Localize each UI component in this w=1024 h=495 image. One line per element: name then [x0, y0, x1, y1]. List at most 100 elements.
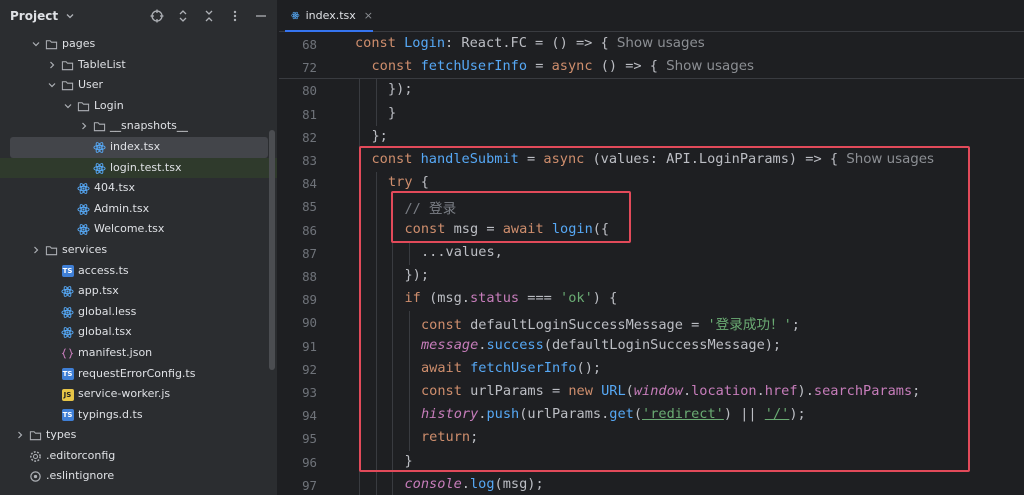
code-token: . [756, 383, 765, 399]
chevron-right-icon[interactable] [47, 60, 57, 70]
code-line[interactable]: 82}; [279, 126, 1024, 149]
code-line[interactable]: 72 const fetchUserInfo = async () => { Sh… [279, 56, 1024, 79]
code-token: '/' [764, 406, 790, 423]
code-token: message [421, 336, 479, 353]
code-line[interactable]: 86 const msg = await login({ [279, 219, 1024, 242]
tab-index-tsx[interactable]: index.tsx × [285, 0, 373, 32]
tree-item[interactable]: .eslintignore [0, 466, 277, 487]
code-line[interactable]: 68 const Login: React.FC = () => { Show u… [279, 33, 1024, 56]
code-line[interactable]: 89 if (msg.status === 'ok') { [279, 288, 1024, 311]
tree-item[interactable]: Admin.tsx [0, 199, 277, 220]
chevron-right-icon[interactable] [79, 121, 89, 131]
chevron-down-icon[interactable] [64, 10, 76, 22]
tree-item[interactable]: global.tsx [0, 322, 277, 343]
line-number: 83 [302, 153, 317, 168]
indent-guide [359, 149, 360, 173]
code-line[interactable]: 88}); [279, 265, 1024, 288]
tree-item[interactable]: TableList [0, 55, 277, 76]
indent-guide [408, 241, 410, 265]
minimize-icon[interactable] [250, 5, 272, 27]
code-token: ; [470, 429, 479, 446]
line-number: 97 [302, 477, 317, 493]
locate-file-icon[interactable] [146, 5, 168, 27]
project-title[interactable]: Project [10, 9, 58, 23]
indent-guide [359, 102, 360, 126]
tree-item[interactable]: app.tsx [0, 281, 277, 302]
code-token: }; [371, 127, 388, 144]
tree-item[interactable]: login.test.tsx [0, 157, 277, 179]
indent-guide [392, 218, 393, 242]
chevron-right-icon[interactable] [31, 245, 41, 255]
indent-guide [375, 102, 377, 126]
code-token: (msg); [494, 475, 544, 492]
line-number: 86 [302, 222, 317, 238]
tree-item[interactable]: types [0, 425, 277, 446]
code-line[interactable]: 87 ...values, [279, 242, 1024, 265]
code-line[interactable]: 80}); [279, 79, 1024, 102]
indent-guide [392, 357, 393, 381]
tree-item[interactable]: manifest.json [0, 343, 277, 364]
project-scrollbar[interactable] [269, 130, 275, 370]
chevron-down-icon[interactable] [31, 39, 41, 49]
tree-item[interactable]: __snapshots__ [0, 116, 277, 137]
tree-item[interactable]: 404.tsx [0, 178, 277, 199]
tree-item[interactable]: .editorconfig [0, 446, 277, 467]
tree-item[interactable]: index.tsx [10, 136, 268, 158]
tree-item[interactable]: TS requestErrorConfig.ts [0, 364, 277, 385]
tree-item[interactable]: global.less [0, 302, 277, 323]
show-usages-link[interactable]: Show usages [846, 152, 934, 167]
indent-guide [392, 334, 393, 358]
code-line[interactable]: 97 console.log(msg); [279, 474, 1024, 495]
indent-guide [375, 450, 377, 474]
code-token: (msg. [429, 290, 470, 307]
tree-item[interactable]: TS access.ts [0, 261, 277, 282]
tree-item-label: Admin.tsx [94, 201, 150, 215]
tree-item[interactable]: services [0, 240, 277, 261]
code-token: (urlParams. [519, 406, 610, 423]
indent-guide [408, 334, 410, 358]
code-line[interactable]: 83 const handleSubmit = async (values: AP… [279, 149, 1024, 172]
code-line[interactable]: 95 return; [279, 427, 1024, 450]
tree-item[interactable]: pages [0, 34, 277, 55]
code-line[interactable]: 81} [279, 103, 1024, 126]
code-line[interactable]: 90 const defaultLoginSuccessMessage = '登录… [279, 311, 1024, 334]
code-line[interactable]: 92 await fetchUserInfo(); [279, 358, 1024, 381]
code-editor[interactable]: 68 const Login: React.FC = () => { Show u… [279, 33, 1024, 495]
chevron-down-icon[interactable] [47, 80, 57, 90]
code-token: : React.FC = () => { [445, 35, 617, 51]
collapse-all-icon[interactable] [198, 5, 220, 27]
code-line[interactable]: 96} [279, 451, 1024, 474]
tree-item[interactable]: User [0, 75, 277, 96]
chevron-right-icon[interactable] [15, 430, 25, 440]
code-line[interactable]: 85 // 登录 [279, 195, 1024, 218]
code-token: } [388, 104, 397, 121]
more-options-icon[interactable] [224, 5, 246, 27]
tree-item[interactable]: JS service-worker.js [0, 384, 277, 405]
code-text: return; [421, 429, 478, 445]
indent-guide [392, 427, 393, 451]
tree-item[interactable]: Login [0, 96, 277, 117]
expand-all-icon[interactable] [172, 5, 194, 27]
close-icon[interactable]: × [364, 9, 373, 22]
line-number: 96 [302, 454, 317, 470]
code-token: new [568, 383, 602, 399]
tree-item[interactable]: Welcome.tsx [0, 219, 277, 240]
code-line[interactable]: 94 history.push(urlParams.get('redirect')… [279, 404, 1024, 427]
code-line[interactable]: 84 try { [279, 172, 1024, 195]
code-token: searchParams [813, 383, 913, 399]
code-token: ( [633, 406, 643, 423]
code-token: handleSubmit [420, 151, 519, 167]
folder-icon [61, 79, 74, 92]
tree-item[interactable]: TS typings.d.ts [0, 405, 277, 426]
code-token: try [388, 174, 421, 191]
show-usages-link[interactable]: Show usages [617, 36, 705, 51]
code-line[interactable]: 91 message.success(defaultLoginSuccessMes… [279, 335, 1024, 358]
indent-guide [375, 427, 377, 451]
react-file-icon [93, 162, 106, 175]
show-usages-link[interactable]: Show usages [666, 59, 754, 74]
tree-item-label: global.less [78, 304, 137, 318]
code-token: login [551, 220, 593, 237]
code-line[interactable]: 93 const urlParams = new URL(window.locat… [279, 381, 1024, 404]
tree-item-label: login.test.tsx [110, 160, 182, 174]
chevron-down-icon[interactable] [63, 101, 73, 111]
